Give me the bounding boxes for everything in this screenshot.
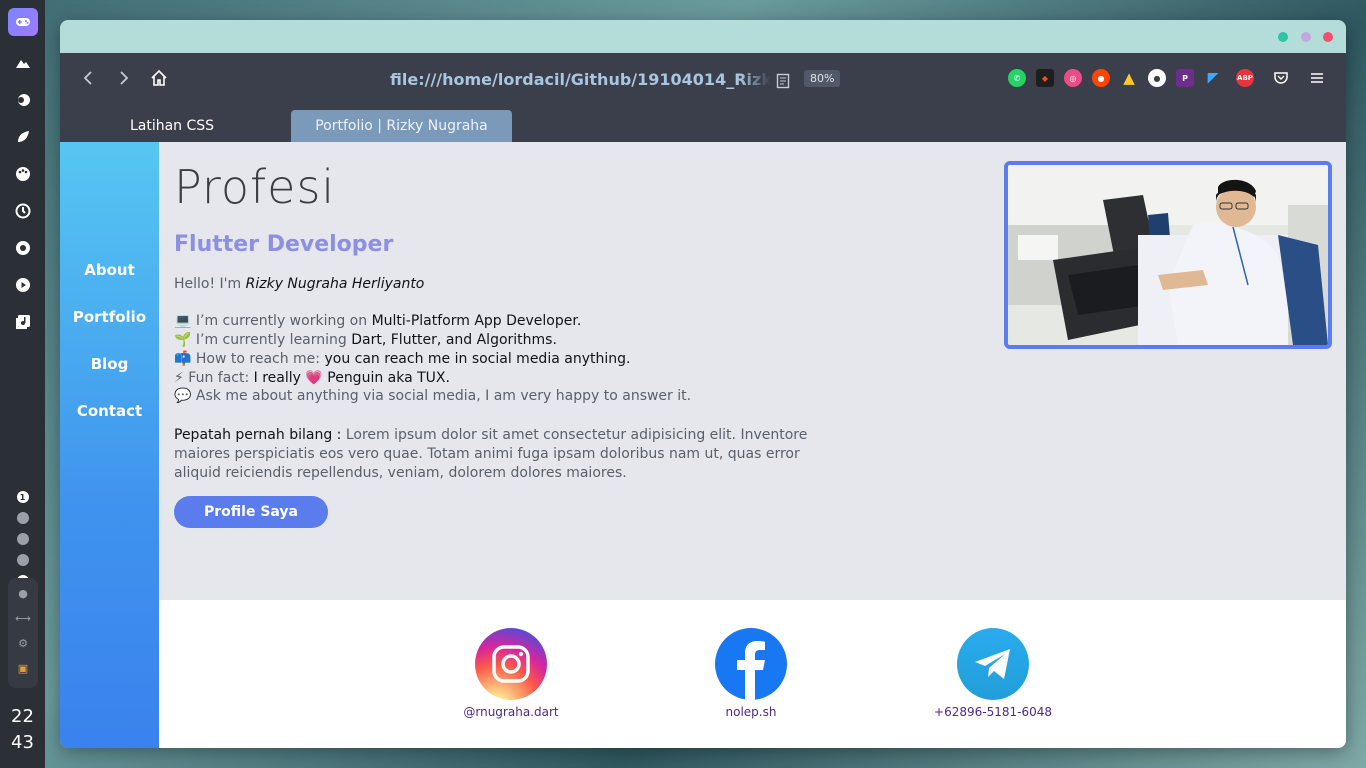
quote-label: Pepatah pernah bilang : [174, 427, 346, 443]
info-line-1: 💻 I’m currently working on Multi-Platfor… [174, 313, 581, 329]
tab-portfolio[interactable]: Portfolio | Rizky Nugraha [291, 110, 512, 142]
greeting-name: Rizky Nugraha Herliyanto [245, 276, 425, 292]
leaf-icon[interactable] [13, 127, 33, 147]
info-line-text: I’m currently working on [191, 313, 372, 329]
lightning-icon: ⚡ [174, 370, 184, 386]
info-line-5: 💬 Ask me about anything via social media… [174, 388, 691, 404]
github-icon[interactable]: ● [1148, 69, 1166, 87]
play-icon[interactable] [13, 275, 33, 295]
history-icon[interactable] [13, 201, 33, 221]
pocket-icon[interactable] [1272, 69, 1290, 87]
clock-minute: 43 [11, 732, 34, 753]
music-library-icon[interactable] [13, 312, 33, 332]
close-button[interactable] [1323, 32, 1333, 42]
quote-paragraph: Pepatah pernah bilang : Lorem ipsum dolo… [174, 426, 844, 483]
browser-window: file:///home/lordacil/Github/19104014_Ri… [60, 20, 1346, 748]
info-line-2: 🌱 I’m currently learning Dart, Flutter, … [174, 332, 557, 348]
workspace-switcher: 1 [16, 482, 29, 587]
reader-mode-icon[interactable] [776, 73, 790, 89]
toggle-icon[interactable] [13, 90, 33, 110]
proton-icon[interactable]: P [1176, 69, 1194, 87]
profile-button[interactable]: Profile Saya [174, 496, 328, 528]
info-line-text: I’m currently learning [191, 332, 352, 348]
mailbox-icon: 📫 [174, 351, 192, 367]
firebase-icon[interactable]: ▲ [1120, 69, 1138, 87]
profession-subtitle: Flutter Developer [174, 232, 394, 257]
facebook-icon [715, 628, 787, 700]
instagram-link[interactable]: @rnugraha.dart [441, 628, 581, 719]
mountain-icon[interactable] [13, 53, 33, 73]
figma-icon[interactable]: ◆ [1036, 69, 1054, 87]
side-navigation: About Portfolio Blog Contact [60, 142, 159, 748]
gamepad-icon[interactable] [7, 8, 38, 36]
aperture-icon[interactable] [13, 238, 33, 258]
browser-toolbar: file:///home/lordacil/Github/19104014_Ri… [60, 53, 1346, 110]
system-dock: 1 ● ⟷ ⚙ ▣ 22 43 [0, 0, 45, 768]
info-line-highlight: I really 💗 Penguin aka TUX. [253, 370, 450, 386]
clock-hour: 22 [11, 706, 34, 727]
menu-icon[interactable] [1308, 69, 1326, 87]
info-line-3: 📫 How to reach me: you can reach me in s… [174, 351, 630, 367]
tab-bar: Latihan CSS Portfolio | Rizky Nugraha [60, 110, 1346, 142]
instagram-handle[interactable]: @rnugraha.dart [441, 705, 581, 719]
web-page: About Portfolio Blog Contact Profesi Flu… [60, 142, 1346, 748]
facebook-handle[interactable]: nolep.sh [681, 705, 821, 719]
info-line-text: Ask me about anything via social media, … [191, 388, 692, 404]
tab-latihan-css[interactable]: Latihan CSS [91, 110, 253, 142]
info-line-text: Fun fact: [183, 370, 254, 386]
telegram-link[interactable]: +62896-5181-6048 [923, 628, 1063, 719]
home-button[interactable] [148, 67, 170, 89]
seedling-icon: 🌱 [174, 332, 192, 348]
flutter-icon[interactable]: ◤ [1204, 69, 1222, 87]
speech-bubble-icon: 💬 [174, 388, 192, 404]
dribbble-icon[interactable]: ◎ [1064, 69, 1082, 87]
laptop-icon: 💻 [174, 313, 192, 329]
system-tray: ● ⟷ ⚙ ▣ [8, 578, 38, 688]
workspace-3[interactable] [16, 533, 29, 545]
nav-contact[interactable]: Contact [60, 402, 159, 420]
info-line-4: ⚡ Fun fact: I really 💗 Penguin aka TUX. [174, 370, 450, 386]
clock: 22 43 [0, 704, 45, 756]
profile-photo [1004, 161, 1332, 349]
arrows-icon[interactable]: ⟷ [15, 611, 31, 625]
workspace-4[interactable] [16, 554, 29, 566]
palette-icon[interactable] [13, 164, 33, 184]
zoom-level[interactable]: 80% [804, 70, 841, 87]
microphone-icon[interactable]: ● [16, 586, 30, 600]
window-titlebar [60, 20, 1346, 53]
telegram-icon [957, 628, 1029, 700]
forward-button[interactable] [113, 67, 135, 89]
reddit-icon[interactable]: ● [1092, 69, 1110, 87]
maximize-button[interactable] [1278, 32, 1288, 42]
whatsapp-icon[interactable]: ✆ [1008, 69, 1026, 87]
info-line-highlight: Dart, Flutter, and Algorithms. [351, 332, 557, 348]
greeting-prefix: Hello! I'm [174, 276, 246, 292]
nav-about[interactable]: About [60, 261, 159, 279]
settings-icon[interactable]: ⚙ [16, 636, 30, 650]
instagram-icon [475, 628, 547, 700]
page-title: Profesi [174, 160, 336, 214]
info-line-highlight: you can reach me in social media anythin… [324, 351, 631, 367]
back-button[interactable] [77, 67, 99, 89]
social-footer: @rnugraha.dart nolep.sh +62896-5181-6048 [159, 600, 1346, 748]
minimize-button[interactable] [1301, 32, 1311, 42]
address-bar[interactable]: file:///home/lordacil/Github/19104014_Ri… [390, 70, 770, 89]
workspace-1[interactable]: 1 [16, 491, 29, 503]
nav-portfolio[interactable]: Portfolio [60, 308, 159, 326]
greeting: Hello! I'm Rizky Nugraha Herliyanto [174, 276, 424, 292]
facebook-link[interactable]: nolep.sh [681, 628, 821, 719]
abp-icon[interactable]: ABP [1236, 69, 1254, 87]
info-line-text: How to reach me: [191, 351, 325, 367]
telegram-number[interactable]: +62896-5181-6048 [923, 705, 1063, 719]
nav-blog[interactable]: Blog [60, 355, 159, 373]
workspace-2[interactable] [16, 512, 29, 524]
clipboard-icon[interactable]: ▣ [16, 661, 30, 675]
info-line-highlight: Multi-Platform App Developer. [371, 313, 582, 329]
profile-section: Profesi Flutter Developer Hello! I'm Riz… [159, 142, 1346, 600]
